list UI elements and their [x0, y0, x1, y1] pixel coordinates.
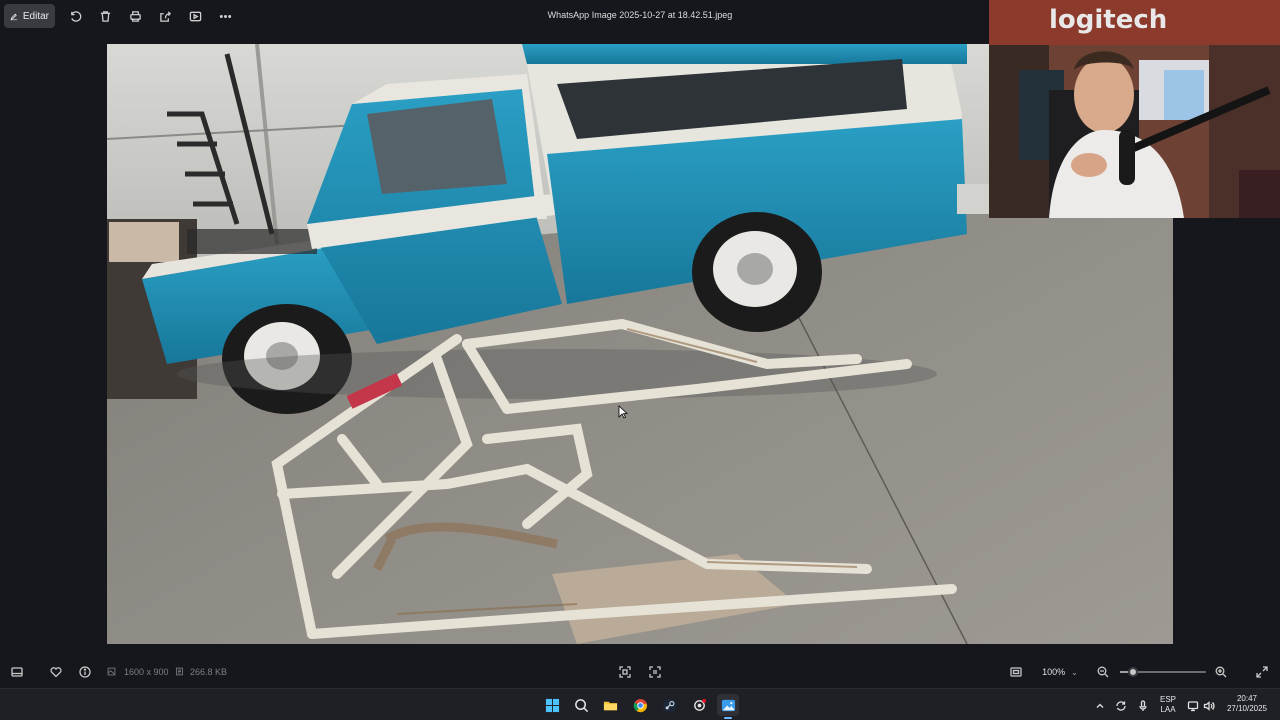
share-button[interactable] — [153, 4, 177, 28]
language-code: ESP — [1159, 695, 1176, 704]
slideshow-icon — [189, 11, 201, 21]
image-dimensions: 1600 x 900 — [124, 667, 169, 677]
heart-icon — [50, 667, 62, 678]
chevron-down-icon: ⌄ — [1071, 667, 1078, 677]
tray-sync-button[interactable] — [1115, 699, 1127, 711]
gear-icon — [693, 698, 706, 711]
photos-icon — [721, 699, 735, 711]
clock-date: 27/10/2025 — [1226, 704, 1268, 713]
network-icon — [1187, 701, 1199, 712]
status-bar: 1600 x 900 266.8 KB 100% ⌄ — [0, 656, 1280, 688]
microphone-icon — [1139, 700, 1147, 711]
taskbar-file-explorer[interactable] — [599, 694, 621, 716]
edit-button[interactable]: Editar — [4, 4, 55, 28]
chevron-up-icon — [1096, 703, 1104, 708]
tray-microphone-button[interactable] — [1137, 699, 1149, 711]
search-icon — [574, 698, 588, 712]
tray-volume-button[interactable] — [1203, 699, 1215, 711]
taskbar-search-button[interactable] — [570, 694, 592, 716]
actual-size-button[interactable] — [1009, 665, 1023, 679]
mouse-cursor-icon — [618, 405, 628, 419]
input-language-button[interactable]: ESP LAA — [1158, 695, 1178, 715]
more-icon — [219, 14, 231, 18]
actual-size-icon — [1010, 667, 1022, 677]
text-scan-button[interactable] — [648, 665, 662, 679]
rotate-icon — [70, 10, 81, 22]
logitech-sign: logitech — [1049, 5, 1167, 35]
delete-button[interactable] — [93, 4, 117, 28]
volume-icon — [1203, 701, 1215, 711]
fit-to-window-button[interactable] — [618, 665, 632, 679]
streamer-webcam-image: logitech — [989, 0, 1280, 218]
printer-icon — [129, 10, 141, 22]
filmstrip-toggle-button[interactable] — [10, 665, 24, 679]
sync-icon — [1116, 701, 1126, 711]
tray-overflow-button[interactable] — [1094, 699, 1106, 711]
zoom-value: 100% — [1042, 667, 1066, 677]
fullscreen-button[interactable] — [1255, 665, 1269, 679]
photos-viewer-window: Editar WhatsApp Image 2025-10-27 at 18.4… — [0, 0, 1280, 688]
webcam-overlay: logitech — [989, 0, 1280, 218]
zoom-slider-thumb[interactable] — [1127, 667, 1138, 677]
more-options-button[interactable] — [213, 4, 237, 28]
scan-text-icon — [649, 666, 661, 678]
steam-icon — [662, 698, 676, 712]
filmstrip-icon — [11, 667, 23, 677]
zoom-dropdown[interactable]: 100% ⌄ — [1032, 663, 1088, 681]
expand-icon — [1256, 666, 1268, 678]
folder-icon — [603, 701, 617, 710]
windows-taskbar: ESP LAA 20:47 27/10/2025 — [0, 688, 1280, 720]
clock-time: 20:47 — [1236, 694, 1258, 703]
favorite-button[interactable] — [49, 665, 63, 679]
tray-network-button[interactable] — [1187, 699, 1199, 712]
taskbar-app-gear[interactable] — [688, 694, 710, 716]
slideshow-button[interactable] — [183, 4, 207, 28]
dimensions-icon — [106, 666, 116, 676]
windows-start-icon — [545, 698, 559, 712]
zoom-slider[interactable] — [1120, 667, 1206, 677]
edit-label: Editar — [22, 10, 49, 22]
file-size: 266.8 KB — [190, 667, 228, 677]
rotate-button[interactable] — [63, 4, 87, 28]
file-info-button[interactable] — [78, 665, 92, 679]
fit-icon — [619, 666, 631, 678]
info-icon — [79, 666, 91, 678]
print-button[interactable] — [123, 4, 147, 28]
taskbar-chrome[interactable] — [629, 694, 651, 716]
keyboard-layout: LAA — [1160, 705, 1176, 714]
trash-icon — [100, 10, 110, 22]
edit-icon — [10, 13, 18, 20]
zoom-in-icon — [1215, 666, 1227, 678]
zoom-out-icon — [1097, 666, 1109, 678]
share-icon — [159, 10, 171, 22]
taskbar-photos[interactable] — [717, 694, 739, 719]
file-size-icon — [174, 666, 184, 676]
start-button[interactable] — [541, 694, 563, 716]
zoom-in-button[interactable] — [1214, 665, 1228, 679]
zoom-out-button[interactable] — [1096, 665, 1110, 679]
clock-button[interactable]: 20:47 27/10/2025 — [1222, 694, 1272, 714]
chrome-icon — [633, 698, 647, 712]
taskbar-steam[interactable] — [658, 694, 680, 716]
